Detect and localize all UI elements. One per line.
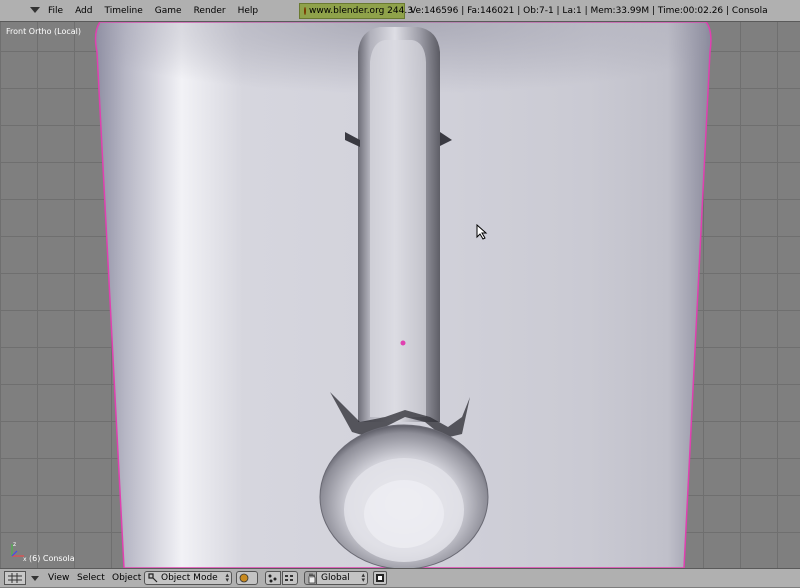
svg-text:x: x [23, 556, 27, 562]
pivot-icon[interactable] [265, 571, 281, 585]
object-mode-icon [148, 573, 158, 583]
menu-render[interactable]: Render [194, 6, 226, 16]
object-label: (6) Consola [29, 554, 75, 563]
mesh-object[interactable] [0, 22, 800, 568]
svg-text:z: z [13, 541, 16, 548]
3d-viewport[interactable]: Front Ortho (Local) x z (6) Consola [0, 22, 800, 568]
menu-arrow-icon[interactable] [30, 7, 40, 13]
menu-view[interactable]: View [48, 569, 69, 588]
transform-orientation-select[interactable]: Global ▴ ▾ [316, 571, 368, 585]
layer-icon[interactable] [282, 571, 298, 585]
grid-view-icon[interactable] [4, 571, 26, 585]
mode-select-value: Object Mode [161, 573, 218, 583]
menu-arrow-icon[interactable] [31, 576, 39, 581]
menu-game[interactable]: Game [155, 6, 182, 16]
blender-logo-icon [304, 7, 306, 15]
menu-file[interactable]: File [48, 6, 63, 16]
menu-object[interactable]: Object [112, 569, 141, 588]
mode-select[interactable]: Object Mode ▴ ▾ [144, 571, 232, 585]
axes-icon: x z [11, 541, 27, 562]
menu-select[interactable]: Select [77, 569, 105, 588]
menu-timeline[interactable]: Timeline [105, 6, 143, 16]
main-menu: File Add Timeline Game Render Help [48, 0, 258, 22]
scene-stats: Ve:146596 | Fa:146021 | Ob:7-1 | La:1 | … [410, 6, 768, 16]
blender-website-link[interactable]: www.blender.org 244.3 [299, 3, 413, 19]
orientation-value: Global [321, 573, 350, 583]
weblink-text: www.blender.org 244.3 [309, 6, 413, 16]
menu-add[interactable]: Add [75, 6, 92, 16]
shading-icon[interactable] [236, 571, 258, 585]
render-icon[interactable] [373, 571, 387, 585]
mouse-cursor-icon [476, 224, 488, 240]
info-header: File Add Timeline Game Render Help www.b… [0, 0, 800, 22]
3d-view-header: View Select Object Object Mode ▴ ▾ Global… [0, 568, 800, 587]
menu-help[interactable]: Help [238, 6, 259, 16]
view-label: Front Ortho (Local) [6, 27, 81, 36]
